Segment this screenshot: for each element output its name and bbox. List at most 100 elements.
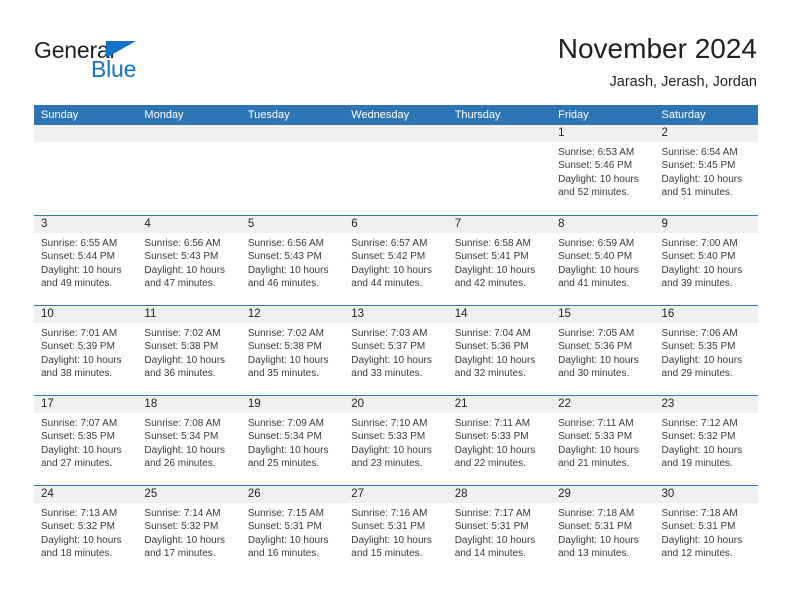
day-number: 25 — [144, 488, 158, 500]
day-number-band — [240, 125, 345, 142]
weekday-header-friday: Friday — [558, 109, 589, 121]
day-info: Sunrise: 7:15 AM Sunset: 5:31 PM Daylight:… — [241, 503, 344, 561]
calendar-day-cell[interactable]: 14 Sunrise: 7:04 AM Sunset: 5:36 PM Dayligh… — [447, 306, 552, 395]
calendar-day-cell[interactable]: 12 Sunrise: 7:02 AM Sunset: 5:38 PM Dayligh… — [240, 306, 345, 395]
calendar-day-cell[interactable]: 9 Sunrise: 7:00 AM Sunset: 5:40 PM Daylight… — [654, 216, 758, 305]
calendar-day-cell[interactable]: 11 Sunrise: 7:02 AM Sunset: 5:38 PM Dayligh… — [137, 306, 241, 395]
sunset-text: Sunset: 5:32 PM — [661, 431, 736, 443]
calendar-day-cell[interactable]: 1 Sunrise: 6:53 AM Sunset: 5:46 PM Daylight… — [551, 125, 655, 215]
sunset-text: Sunset: 5:31 PM — [661, 521, 736, 533]
sunrise-text: Sunrise: 7:18 AM — [558, 508, 635, 519]
sunset-text: Sunset: 5:33 PM — [558, 431, 633, 443]
calendar-day-cell[interactable]: 20 Sunrise: 7:10 AM Sunset: 5:33 PM Dayligh… — [344, 396, 448, 485]
sunset-text: Sunset: 5:39 PM — [41, 341, 115, 353]
day-info: Sunrise: 6:59 AM Sunset: 5:40 PM Daylight:… — [551, 233, 654, 291]
calendar-day-cell[interactable]: 30 Sunrise: 7:18 AM Sunset: 5:31 PM Dayligh… — [654, 486, 758, 575]
day-number: 30 — [661, 488, 675, 500]
calendar-day-cell[interactable]: 27 Sunrise: 7:16 AM Sunset: 5:31 PM Dayligh… — [344, 486, 448, 575]
calendar-day-cell[interactable]: 5 Sunrise: 6:56 AM Sunset: 5:43 PM Daylight… — [240, 216, 345, 305]
sunset-text: Sunset: 5:46 PM — [558, 160, 633, 172]
day-number-band: 10 — [34, 306, 138, 323]
calendar-day-cell[interactable]: 6 Sunrise: 6:57 AM Sunset: 5:42 PM Daylight… — [344, 216, 448, 305]
calendar-page: General Blue November 2024 Jarash, Jeras… — [0, 0, 792, 612]
daylight-text: Daylight: 10 hours and 19 minutes. — [661, 444, 743, 470]
day-info: Sunrise: 7:16 AM Sunset: 5:31 PM Daylight:… — [344, 503, 447, 561]
calendar-day-cell[interactable]: 17 Sunrise: 7:07 AM Sunset: 5:35 PM Dayligh… — [34, 396, 138, 485]
day-number-band — [34, 125, 138, 142]
calendar-day-cell[interactable]: 26 Sunrise: 7:15 AM Sunset: 5:31 PM Dayligh… — [240, 486, 345, 575]
sunset-text: Sunset: 5:37 PM — [351, 341, 426, 353]
day-info: Sunrise: 7:17 AM Sunset: 5:31 PM Daylight:… — [448, 503, 551, 561]
day-info: Sunrise: 7:14 AM Sunset: 5:32 PM Daylight:… — [137, 503, 240, 561]
daylight-text: Daylight: 10 hours and 23 minutes. — [351, 444, 432, 470]
sunset-text: Sunset: 5:44 PM — [41, 251, 115, 263]
calendar-day-cell[interactable]: 28 Sunrise: 7:17 AM Sunset: 5:31 PM Dayligh… — [447, 486, 552, 575]
day-number: 2 — [661, 127, 668, 139]
daylight-text: Daylight: 10 hours and 47 minutes. — [144, 264, 226, 290]
calendar-day-cell[interactable]: 3 Sunrise: 6:55 AM Sunset: 5:44 PM Daylight… — [34, 216, 138, 305]
daylight-text: Daylight: 10 hours and 25 minutes. — [247, 444, 329, 470]
day-number-band: 17 — [34, 396, 138, 413]
sunset-text: Sunset: 5:38 PM — [247, 341, 322, 353]
calendar-day-cell[interactable]: 7 Sunrise: 6:58 AM Sunset: 5:41 PM Daylight… — [447, 216, 552, 305]
day-number-band: 5 — [240, 216, 345, 233]
calendar-day-cell[interactable]: 24 Sunrise: 7:13 AM Sunset: 5:32 PM Dayligh… — [34, 486, 138, 575]
weekday-header-sunday: Sunday — [41, 109, 79, 121]
calendar-day-cell[interactable]: 15 Sunrise: 7:05 AM Sunset: 5:36 PM Dayligh… — [551, 306, 655, 395]
calendar-day-cell[interactable]: 10 Sunrise: 7:01 AM Sunset: 5:39 PM Dayligh… — [34, 306, 138, 395]
sunset-text: Sunset: 5:45 PM — [661, 160, 736, 172]
sunrise-text: Sunrise: 7:04 AM — [454, 328, 531, 339]
day-number: 22 — [558, 398, 571, 410]
sunrise-text: Sunrise: 7:12 AM — [661, 418, 738, 429]
day-info: Sunrise: 7:07 AM Sunset: 5:35 PM Daylight:… — [34, 413, 137, 471]
calendar-day-cell[interactable]: 21 Sunrise: 7:11 AM Sunset: 5:33 PM Dayligh… — [447, 396, 552, 485]
day-info: Sunrise: 6:53 AM Sunset: 5:46 PM Daylight:… — [551, 142, 654, 200]
calendar-day-cell[interactable]: 4 Sunrise: 6:56 AM Sunset: 5:43 PM Daylight… — [137, 216, 241, 305]
day-info: Sunrise: 7:00 AM Sunset: 5:40 PM Daylight:… — [655, 233, 758, 291]
calendar-day-cell[interactable]: 22 Sunrise: 7:11 AM Sunset: 5:33 PM Dayligh… — [551, 396, 655, 485]
daylight-text: Daylight: 10 hours and 33 minutes. — [351, 354, 432, 380]
daylight-text: Daylight: 10 hours and 30 minutes. — [558, 354, 639, 380]
sunset-text: Sunset: 5:43 PM — [144, 251, 219, 263]
sunrise-text: Sunrise: 7:15 AM — [247, 508, 324, 519]
day-number: 27 — [351, 488, 365, 500]
sunrise-text: Sunrise: 6:54 AM — [661, 147, 738, 158]
calendar-week-row: 17 Sunrise: 7:07 AM Sunset: 5:35 PM Dayligh… — [34, 395, 758, 485]
sunrise-text: Sunrise: 7:06 AM — [661, 328, 738, 339]
calendar-day-cell[interactable]: 13 Sunrise: 7:03 AM Sunset: 5:37 PM Dayligh… — [344, 306, 448, 395]
day-number-band: 1 — [551, 125, 655, 142]
sunset-text: Sunset: 5:35 PM — [41, 431, 115, 443]
sunrise-text: Sunrise: 7:01 AM — [41, 328, 118, 339]
day-number-band: 8 — [551, 216, 655, 233]
brand-logo[interactable]: General Blue — [34, 38, 234, 86]
calendar-day-cell[interactable]: 18 Sunrise: 7:08 AM Sunset: 5:34 PM Dayligh… — [137, 396, 241, 485]
day-number-band: 30 — [654, 486, 758, 503]
weekday-header-saturday: Saturday — [661, 109, 706, 121]
sunset-text: Sunset: 5:40 PM — [661, 251, 736, 263]
day-info: Sunrise: 6:56 AM Sunset: 5:43 PM Daylight:… — [241, 233, 344, 291]
day-number-band: 13 — [344, 306, 448, 323]
calendar-day-cell[interactable]: 16 Sunrise: 7:06 AM Sunset: 5:35 PM Dayligh… — [654, 306, 758, 395]
day-number-band: 28 — [447, 486, 552, 503]
calendar-day-cell[interactable]: 2 Sunrise: 6:54 AM Sunset: 5:45 PM Daylight… — [654, 125, 758, 215]
daylight-text: Daylight: 10 hours and 14 minutes. — [454, 534, 536, 560]
calendar-day-cell[interactable]: 19 Sunrise: 7:09 AM Sunset: 5:34 PM Dayligh… — [240, 396, 345, 485]
daylight-text: Daylight: 10 hours and 51 minutes. — [661, 173, 743, 199]
page-title: November 2024 — [557, 33, 757, 64]
sunset-text: Sunset: 5:33 PM — [351, 431, 426, 443]
daylight-text: Daylight: 10 hours and 36 minutes. — [144, 354, 226, 380]
calendar-day-cell-empty — [344, 125, 448, 215]
daylight-text: Daylight: 10 hours and 22 minutes. — [454, 444, 536, 470]
sunrise-text: Sunrise: 6:53 AM — [558, 147, 635, 158]
day-number-band: 21 — [447, 396, 552, 413]
day-number-band: 26 — [240, 486, 345, 503]
calendar-day-cell[interactable]: 25 Sunrise: 7:14 AM Sunset: 5:32 PM Dayligh… — [137, 486, 241, 575]
calendar-day-cell[interactable]: 29 Sunrise: 7:18 AM Sunset: 5:31 PM Dayligh… — [551, 486, 655, 575]
calendar-day-cell[interactable]: 8 Sunrise: 6:59 AM Sunset: 5:40 PM Daylight… — [551, 216, 655, 305]
daylight-text: Daylight: 10 hours and 13 minutes. — [558, 534, 639, 560]
day-info: Sunrise: 7:08 AM Sunset: 5:34 PM Daylight:… — [137, 413, 240, 471]
day-number-band: 29 — [551, 486, 655, 503]
daylight-text: Daylight: 10 hours and 46 minutes. — [247, 264, 329, 290]
daylight-text: Daylight: 10 hours and 18 minutes. — [41, 534, 122, 560]
calendar-day-cell[interactable]: 23 Sunrise: 7:12 AM Sunset: 5:32 PM Dayligh… — [654, 396, 758, 485]
